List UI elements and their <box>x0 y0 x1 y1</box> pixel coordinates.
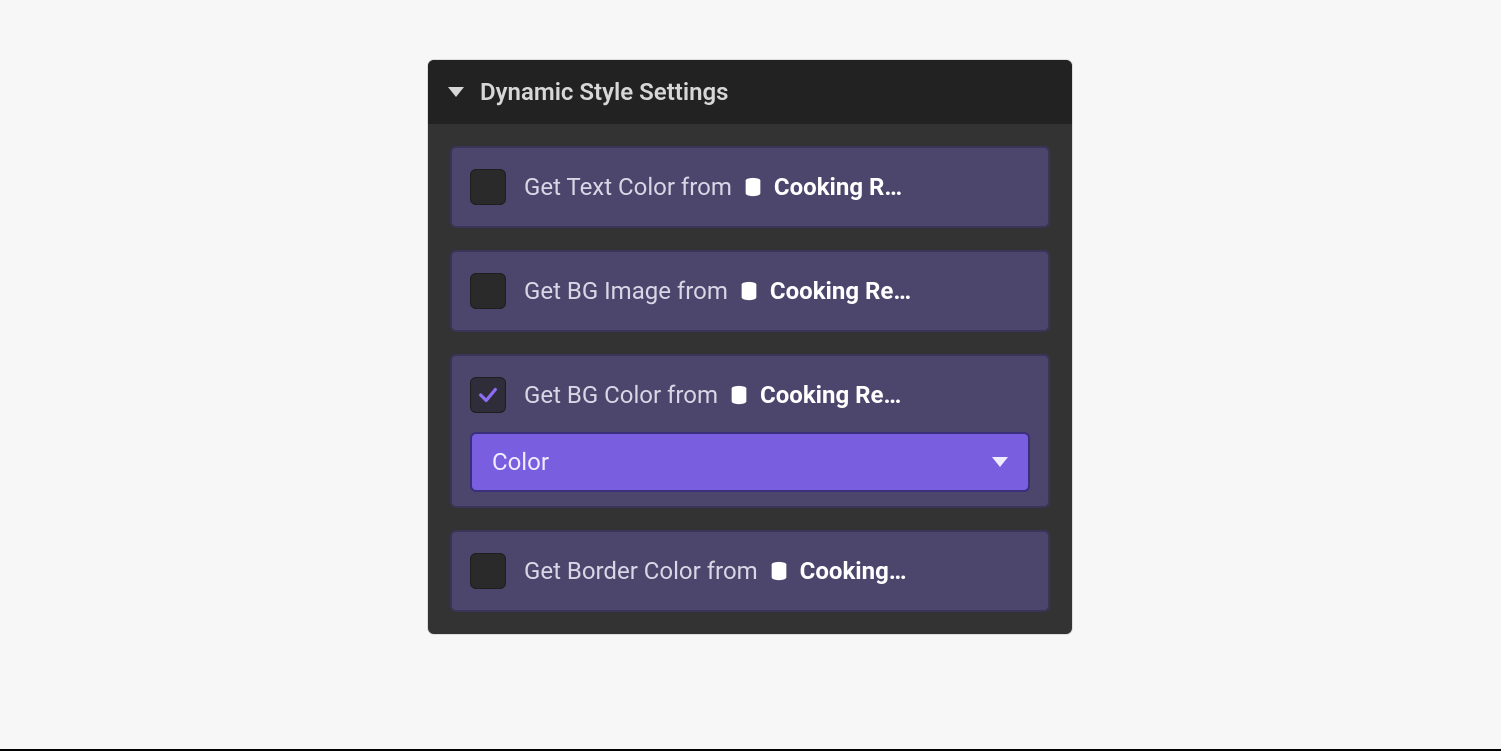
select-value: Color <box>492 448 549 476</box>
style-row-bg-image: Get BG Image from Cooking Re… <box>450 250 1050 332</box>
caret-down-icon <box>448 87 464 97</box>
database-icon <box>738 280 760 302</box>
style-row-main: Get Border Color from Cooking… <box>470 546 1030 596</box>
style-row-text[interactable]: Get BG Image from Cooking Re… <box>524 277 1030 305</box>
checkbox-bg-image[interactable] <box>470 273 506 309</box>
style-row-text-color: Get Text Color from Cooking R… <box>450 146 1050 228</box>
checkbox-border-color[interactable] <box>470 553 506 589</box>
style-row-border-color: Get Border Color from Cooking… <box>450 530 1050 612</box>
style-row-text[interactable]: Get BG Color from Cooking Re… <box>524 381 1030 409</box>
style-row-text[interactable]: Get Border Color from Cooking… <box>524 557 1030 585</box>
style-row-label: Get Text Color from <box>524 173 732 201</box>
style-row-main: Get BG Image from Cooking Re… <box>470 266 1030 316</box>
panel-title: Dynamic Style Settings <box>480 78 728 106</box>
data-source-name: Cooking Re… <box>760 381 901 409</box>
data-source-name: Cooking Re… <box>770 277 911 305</box>
data-source-name: Cooking R… <box>774 173 902 201</box>
style-row-bg-color: Get BG Color from Cooking Re… Color <box>450 354 1050 508</box>
database-icon <box>742 176 764 198</box>
chevron-down-icon <box>992 457 1008 467</box>
style-row-label: Get Border Color from <box>524 557 758 585</box>
panel-header[interactable]: Dynamic Style Settings <box>428 60 1072 124</box>
style-row-label: Get BG Color from <box>524 381 718 409</box>
checkbox-text-color[interactable] <box>470 169 506 205</box>
data-source-name: Cooking… <box>800 557 907 585</box>
database-icon <box>728 384 750 406</box>
style-row-main: Get BG Color from Cooking Re… <box>470 370 1030 420</box>
style-row-main: Get Text Color from Cooking R… <box>470 162 1030 212</box>
panel-body: Get Text Color from Cooking R… Get BG Im… <box>428 124 1072 634</box>
bg-color-field-select[interactable]: Color <box>470 432 1030 492</box>
database-icon <box>768 560 790 582</box>
style-row-label: Get BG Image from <box>524 277 728 305</box>
check-icon <box>477 384 499 406</box>
style-row-text[interactable]: Get Text Color from Cooking R… <box>524 173 1030 201</box>
checkbox-bg-color[interactable] <box>470 377 506 413</box>
dynamic-style-settings-panel: Dynamic Style Settings Get Text Color fr… <box>428 60 1072 634</box>
